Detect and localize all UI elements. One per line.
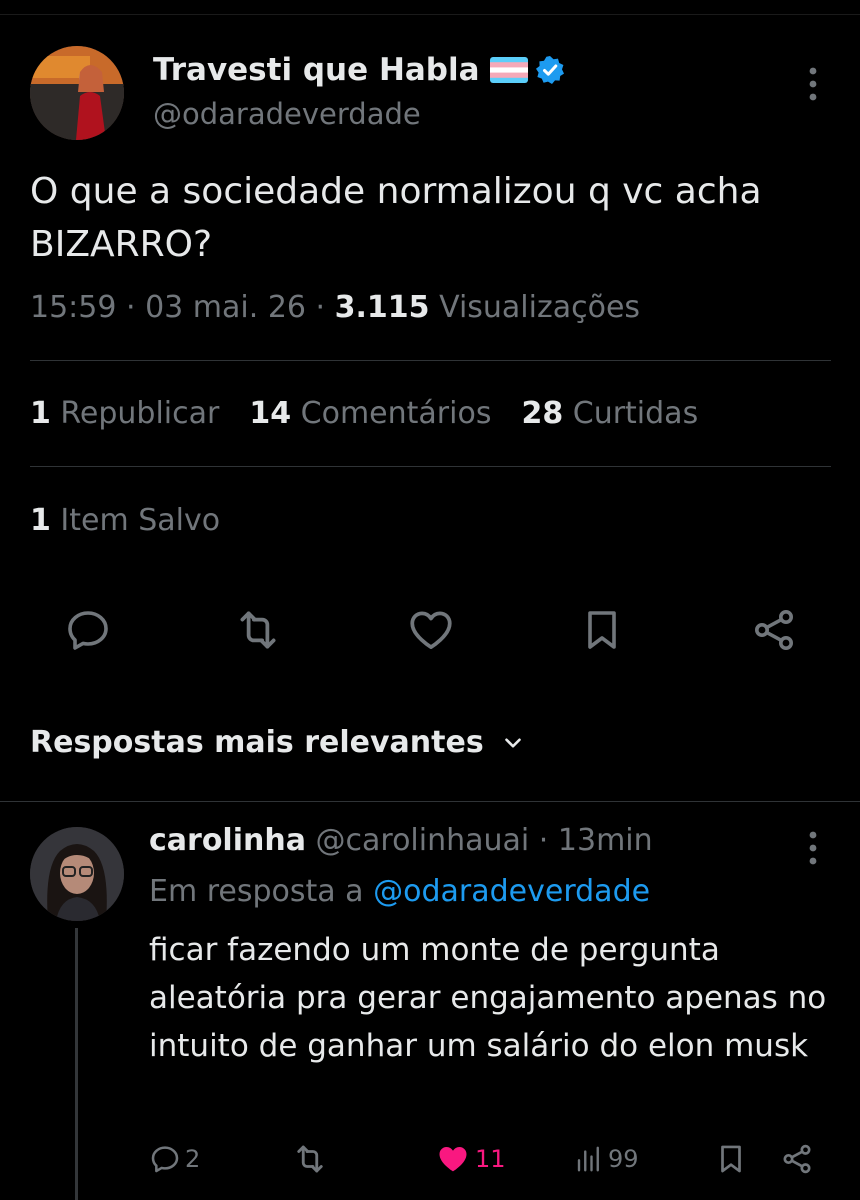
- chevron-down-icon: [504, 737, 521, 748]
- share-icon: [755, 610, 793, 650]
- reply-repost-button[interactable]: [292, 1140, 328, 1178]
- repost-button[interactable]: [232, 604, 284, 656]
- bookmark-icon: [588, 611, 616, 649]
- reposts-count: 1: [30, 396, 51, 431]
- heart-filled-icon: [439, 1147, 467, 1172]
- reply-display-name[interactable]: carolinha: [149, 823, 306, 858]
- replies-sort-label: Respostas mais relevantes: [30, 725, 484, 760]
- reply-time[interactable]: 13min: [558, 823, 653, 858]
- divider: [30, 360, 831, 361]
- share-icon: [783, 1144, 811, 1174]
- reply-avatar[interactable]: [30, 827, 124, 921]
- top-divider: [0, 14, 860, 15]
- analytics-icon: [577, 1146, 599, 1172]
- likes-label: Curtidas: [572, 396, 699, 431]
- heart-icon: [410, 611, 452, 649]
- reply-more-options-icon[interactable]: [800, 830, 826, 866]
- display-name-text: Travesti que Habla: [153, 52, 480, 88]
- reposts-label: Republicar: [60, 396, 220, 431]
- repost-icon: [297, 1145, 323, 1173]
- reply-view-count: 99: [608, 1145, 639, 1173]
- comment-icon: [68, 611, 108, 650]
- reply-prefix: Em resposta a: [149, 874, 364, 909]
- replies-sort-dropdown[interactable]: Respostas mais relevantes: [30, 725, 526, 760]
- tweet-stats: 1 Republicar 14 Comentários 28 Curtidas: [30, 396, 698, 431]
- reply-comment-button[interactable]: 2: [149, 1140, 200, 1178]
- section-divider: [0, 801, 860, 802]
- comments-stat[interactable]: 14 Comentários: [249, 396, 491, 431]
- avatar[interactable]: [30, 46, 124, 140]
- author-name[interactable]: Travesti que Habla: [153, 52, 565, 88]
- thread-line: [75, 928, 78, 1200]
- share-button[interactable]: [748, 604, 800, 656]
- bookmark-button[interactable]: [576, 604, 628, 656]
- reply-to-link[interactable]: @odaradeverdade: [373, 874, 650, 909]
- comment-icon: [151, 1146, 179, 1173]
- reply-handle[interactable]: @carolinhauai: [316, 823, 530, 858]
- reply-share-button[interactable]: [780, 1140, 814, 1178]
- tweet-date[interactable]: 03 mai. 26: [145, 290, 306, 325]
- likes-stat[interactable]: 28 Curtidas: [521, 396, 698, 431]
- tweet-text: O que a sociedade normalizou q vc acha B…: [30, 171, 762, 265]
- separator-dot: ·: [126, 290, 146, 325]
- author-handle[interactable]: @odaradeverdade: [153, 97, 421, 131]
- saved-label: Item Salvo: [60, 503, 221, 538]
- reply-header: carolinha @carolinhauai · 13min: [149, 823, 653, 858]
- reply-context: Em resposta a @odaradeverdade: [149, 874, 650, 909]
- reply-views-button[interactable]: 99: [574, 1140, 639, 1178]
- comments-count: 14: [249, 396, 292, 431]
- like-button[interactable]: [405, 604, 457, 656]
- tweet-time[interactable]: 15:59: [30, 290, 116, 325]
- views-label: Visualizações: [439, 290, 641, 325]
- reply-bookmark-button[interactable]: [714, 1140, 748, 1178]
- reply-text: ficar fazendo um monte de pergunta aleat…: [149, 932, 827, 1064]
- reply-button[interactable]: [62, 604, 114, 656]
- more-options-icon[interactable]: [800, 66, 826, 102]
- transgender-flag-icon: [489, 57, 528, 83]
- comments-label: Comentários: [300, 396, 492, 431]
- reply-comment-count: 2: [185, 1145, 201, 1173]
- divider: [30, 466, 831, 467]
- reposts-stat[interactable]: 1 Republicar: [30, 396, 219, 431]
- separator-dot: ·: [315, 290, 335, 325]
- likes-count: 28: [521, 396, 564, 431]
- bookmark-icon: [721, 1145, 741, 1173]
- reply-like-count: 11: [475, 1145, 506, 1173]
- separator-dot: ·: [538, 823, 549, 858]
- repost-icon: [240, 611, 276, 649]
- saved-stat[interactable]: 1 Item Salvo: [30, 503, 220, 538]
- tweet-meta: 15:59 · 03 mai. 26 · 3.115 Visualizações: [30, 290, 640, 325]
- saved-count: 1: [30, 503, 51, 538]
- verified-badge-icon: [535, 55, 565, 85]
- views-count: 3.115: [334, 290, 430, 325]
- reply-like-button[interactable]: 11: [435, 1140, 506, 1178]
